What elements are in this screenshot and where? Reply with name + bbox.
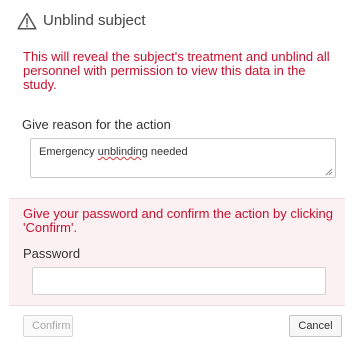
password-input[interactable]	[32, 267, 326, 295]
dialog-title: Unblind subject	[43, 12, 146, 29]
dialog-header: Unblind subject	[9, 0, 345, 42]
warning-triangle-icon	[17, 12, 37, 30]
reason-label: Give reason for the action	[22, 117, 171, 132]
reason-text-part: needed	[147, 146, 188, 158]
reason-textarea[interactable]: Emergency unblinding needed	[30, 138, 336, 178]
confirm-instruction-message: Give your password and confirm the actio…	[23, 206, 333, 235]
unblind-warning-message: This will reveal the subject's treatment…	[23, 49, 330, 92]
reason-misspelled-word: unblinding	[97, 146, 148, 158]
reason-text-part: Emergency	[39, 146, 98, 158]
confirm-button[interactable]: Confirm	[23, 315, 73, 337]
textarea-resize-grip-icon[interactable]	[325, 168, 333, 176]
password-label: Password	[23, 246, 81, 261]
cancel-button[interactable]: Cancel	[289, 315, 342, 337]
